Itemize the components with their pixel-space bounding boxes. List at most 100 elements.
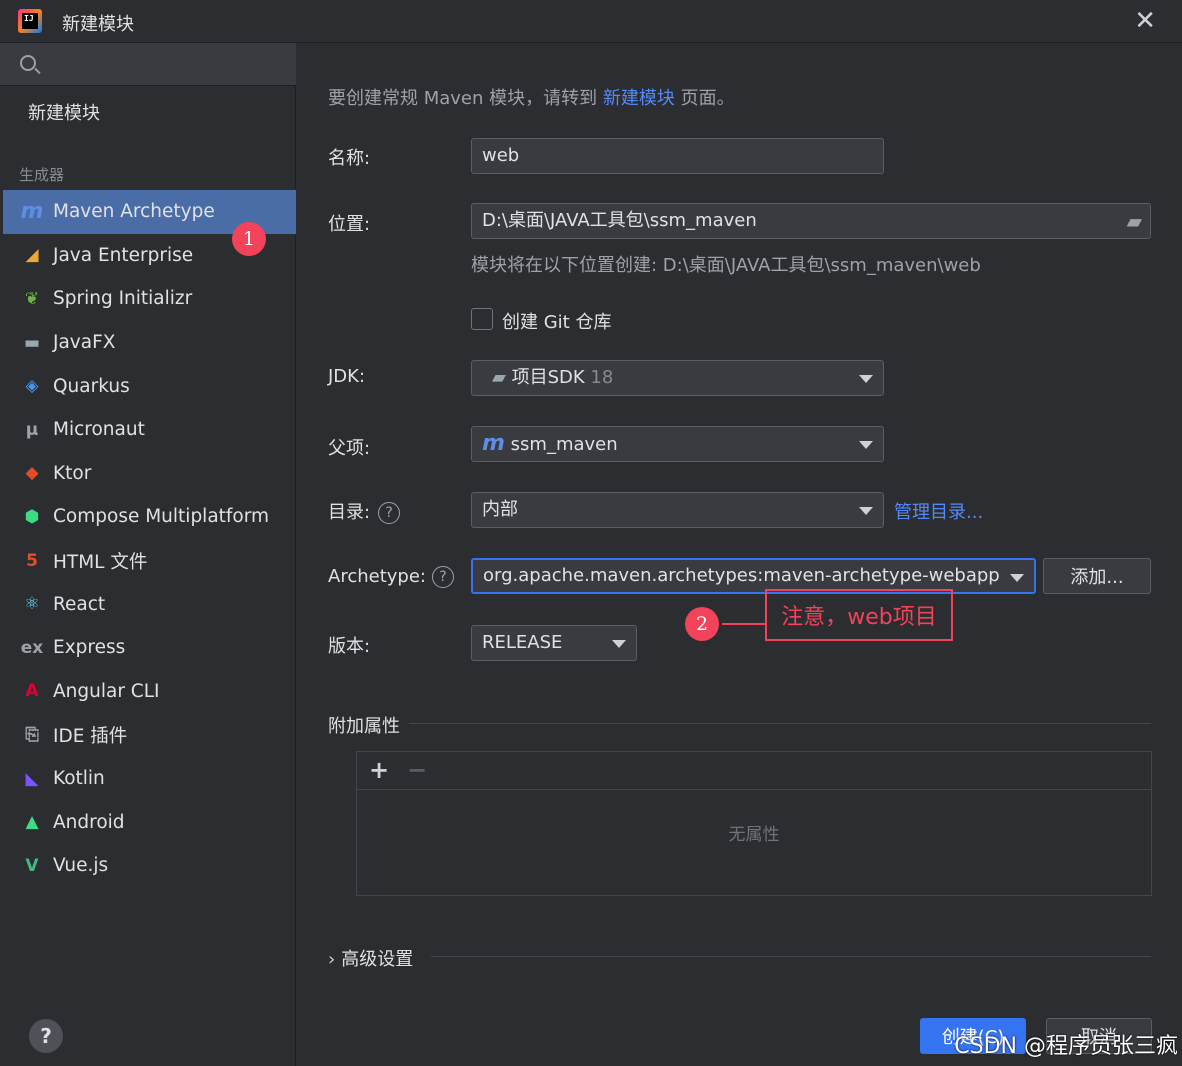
quarkus-icon: ◈ bbox=[25, 376, 39, 397]
title-bar: IJ 新建模块 ✕ bbox=[0, 0, 1182, 43]
jdk-value: 项目SDK bbox=[511, 367, 585, 388]
search-input[interactable] bbox=[0, 43, 296, 86]
remove-property-icon: − bbox=[407, 756, 428, 784]
add-archetype-button[interactable]: 添加... bbox=[1043, 558, 1151, 594]
intellij-icon: IJ bbox=[18, 9, 42, 33]
generator-item[interactable]: A Angular CLI bbox=[0, 670, 296, 714]
annotation-badge-1: 1 bbox=[232, 222, 266, 256]
generator-item-label: Express bbox=[53, 637, 126, 659]
angular-icon: A bbox=[25, 681, 39, 702]
generator-item-label: Spring Initializr bbox=[53, 288, 193, 310]
generator-item-label: JavaFX bbox=[53, 332, 116, 354]
micronaut-icon: μ bbox=[25, 419, 39, 440]
generator-item-label: Quarkus bbox=[53, 375, 130, 397]
manage-catalogs-link[interactable]: 管理目录... bbox=[894, 498, 983, 524]
generator-item[interactable]: 5 HTML 文件 bbox=[0, 539, 296, 583]
android-icon: ▲ bbox=[25, 812, 39, 833]
express-icon: ex bbox=[20, 637, 44, 658]
help-question-icon[interactable]: ? bbox=[378, 502, 401, 524]
generator-list: m Maven Archetype ◢ Java Enterprise ❦ Spring … bbox=[0, 190, 296, 888]
location-label: 位置: bbox=[328, 214, 371, 235]
search-icon bbox=[20, 55, 36, 71]
generator-item[interactable]: ▲ Android bbox=[0, 800, 296, 844]
props-section-label: 附加属性 bbox=[328, 716, 400, 737]
maven-icon: m bbox=[482, 431, 505, 456]
maven-icon: m bbox=[20, 199, 44, 225]
generator-item[interactable]: V Vue.js bbox=[0, 844, 296, 888]
jdk-select[interactable]: ▰ 项目SDK 18 bbox=[471, 360, 884, 396]
hint-prefix: 要创建常规 Maven 模块，请转到 bbox=[328, 88, 603, 109]
generator-item[interactable]: ex Express bbox=[0, 626, 296, 670]
chevron-down-icon bbox=[859, 441, 873, 449]
archetype-label: Archetype:? bbox=[328, 566, 454, 588]
folder-icon: ▬ bbox=[23, 332, 41, 353]
generator-item-label: Compose Multiplatform bbox=[53, 506, 270, 528]
generator-item-label: Java Enterprise bbox=[53, 244, 194, 266]
catalog-label-text: 目录: bbox=[328, 502, 371, 523]
archetype-label-text: Archetype: bbox=[328, 566, 426, 587]
name-input[interactable]: web bbox=[471, 138, 884, 174]
hint-text: 要创建常规 Maven 模块，请转到 新建模块 页面。 bbox=[328, 84, 735, 110]
section-divider bbox=[431, 956, 1151, 957]
generator-item-label: Android bbox=[53, 811, 125, 833]
sidebar-item-new-module[interactable]: 新建模块 bbox=[28, 99, 100, 125]
catalog-select[interactable]: 内部 bbox=[471, 492, 884, 528]
window-title: 新建模块 bbox=[62, 14, 134, 35]
catalog-value: 内部 bbox=[482, 499, 518, 520]
react-icon: ⚛ bbox=[24, 594, 40, 615]
watermark: CSDN @程序员张三疯 bbox=[954, 1034, 1178, 1059]
help-icon[interactable]: ? bbox=[29, 1019, 63, 1053]
empty-properties-text: 无属性 bbox=[728, 825, 780, 845]
help-question-icon[interactable]: ? bbox=[431, 566, 454, 588]
location-preview: 模块将在以下位置创建: D:\桌面\JAVA工具包\ssm_maven\web bbox=[471, 255, 981, 276]
ktor-icon: ◆ bbox=[25, 463, 39, 484]
chevron-down-icon bbox=[859, 507, 873, 515]
generator-item[interactable]: ⎘ IDE 插件 bbox=[0, 713, 296, 757]
main-panel: 要创建常规 Maven 模块，请转到 新建模块 页面。 名称: web 位置: … bbox=[297, 43, 1182, 1066]
generator-item-label: IDE 插件 bbox=[53, 725, 128, 747]
generators-section-label: 生成器 bbox=[19, 166, 65, 184]
generator-item-label: Vue.js bbox=[53, 855, 109, 877]
generator-item[interactable]: ◈ Quarkus bbox=[0, 364, 296, 408]
chevron-right-icon: › bbox=[328, 949, 336, 970]
git-checkbox[interactable] bbox=[471, 308, 493, 330]
version-label: 版本: bbox=[328, 636, 371, 657]
compose-icon: ⬢ bbox=[24, 506, 40, 527]
archetype-value: org.apache.maven.archetypes:maven-archet… bbox=[483, 565, 1000, 586]
chevron-down-icon bbox=[859, 375, 873, 383]
git-checkbox-label[interactable]: 创建 Git 仓库 bbox=[502, 308, 611, 334]
java-enterprise-icon: ◢ bbox=[25, 245, 39, 266]
advanced-settings-toggle[interactable]: › 高级设置 bbox=[328, 945, 413, 971]
html-icon: 5 bbox=[26, 550, 38, 571]
chevron-down-icon bbox=[1010, 574, 1024, 582]
sdk-folder-icon: ▰ bbox=[492, 367, 506, 388]
generator-item[interactable]: ❦ Spring Initializr bbox=[0, 277, 296, 321]
version-select[interactable]: RELEASE bbox=[471, 625, 637, 661]
annotation-connector bbox=[722, 623, 765, 625]
spring-icon: ❦ bbox=[24, 288, 40, 309]
generator-item-label: HTML 文件 bbox=[53, 551, 148, 573]
close-icon[interactable]: ✕ bbox=[1134, 7, 1156, 35]
generator-item-label: Ktor bbox=[53, 462, 92, 484]
new-module-link[interactable]: 新建模块 bbox=[603, 88, 675, 109]
generator-item-label: Micronaut bbox=[53, 419, 145, 441]
section-divider bbox=[409, 723, 1151, 724]
sidebar: 新建模块 生成器 m Maven Archetype ◢ Java Enterpris… bbox=[0, 43, 296, 1066]
generator-item-label: Maven Archetype bbox=[53, 201, 215, 223]
chevron-down-icon bbox=[612, 640, 626, 648]
generator-item[interactable]: ⚛ React bbox=[0, 582, 296, 626]
vue-icon: V bbox=[25, 855, 39, 876]
properties-toolbar: + − bbox=[357, 752, 1151, 790]
generator-item[interactable]: ◣ Kotlin bbox=[0, 757, 296, 801]
parent-select[interactable]: m ssm_maven bbox=[471, 426, 884, 462]
location-input[interactable]: D:\桌面\JAVA工具包\ssm_maven ▰ bbox=[471, 203, 1151, 239]
jdk-version: 18 bbox=[590, 367, 614, 388]
generator-item[interactable]: μ Micronaut bbox=[0, 408, 296, 452]
folder-browse-icon[interactable]: ▰ bbox=[1127, 204, 1142, 238]
plugin-icon: ⎘ bbox=[25, 724, 39, 745]
generator-item[interactable]: ▬ JavaFX bbox=[0, 321, 296, 365]
name-label: 名称: bbox=[328, 148, 371, 169]
add-property-icon[interactable]: + bbox=[369, 756, 389, 784]
generator-item[interactable]: ◆ Ktor bbox=[0, 452, 296, 496]
generator-item[interactable]: ⬢ Compose Multiplatform bbox=[0, 495, 296, 539]
